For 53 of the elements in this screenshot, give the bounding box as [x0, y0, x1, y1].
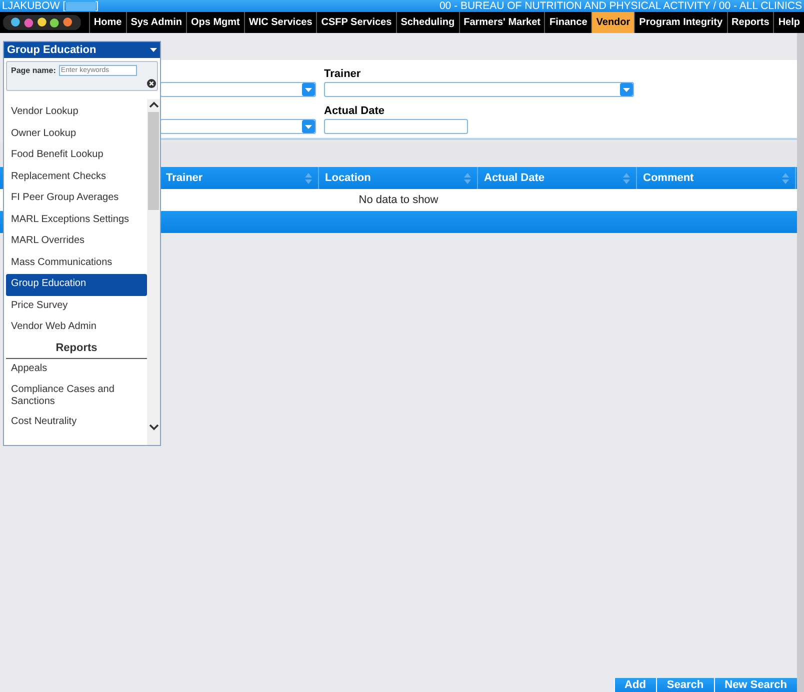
menu-item[interactable]: Vendor Lookup — [6, 102, 147, 124]
select-field[interactable] — [324, 82, 634, 97]
dropdown-button[interactable] — [302, 83, 315, 96]
menu-item[interactable]: Compliance Cases and Sanctions — [6, 380, 147, 412]
chevron-down-icon[interactable] — [148, 424, 158, 431]
caret-icon — [305, 124, 312, 128]
caret-icon — [150, 48, 157, 52]
dropdown-button[interactable] — [302, 120, 315, 133]
sort-icon — [782, 172, 789, 184]
nav-tab[interactable]: Program Integrity — [634, 12, 727, 33]
select-field[interactable] — [160, 82, 316, 97]
nav-tab[interactable]: Scheduling — [396, 12, 459, 33]
caret-icon — [623, 88, 630, 92]
menu-item[interactable]: FI Peer Group Averages — [6, 188, 147, 210]
menu-item[interactable]: Mass Communications — [6, 252, 147, 274]
input-field[interactable] — [324, 119, 468, 134]
nav-tab[interactable]: CSFP Services — [316, 12, 396, 33]
menu-item[interactable]: Price Survey — [6, 296, 147, 317]
menu-item[interactable]: Food Benefit Lookup — [6, 145, 147, 166]
nav-tab[interactable]: Home — [88, 12, 126, 33]
menu-item[interactable]: Vendor Web Admin — [6, 317, 147, 338]
chevron-up-icon[interactable] — [148, 101, 158, 108]
bracket-text: ] — [96, 0, 99, 12]
select-field[interactable] — [160, 119, 316, 134]
menu-item[interactable]: MARL Overrides — [6, 231, 147, 252]
sort-icon — [305, 172, 312, 184]
menu-item[interactable]: MARL Exceptions Settings — [6, 210, 147, 231]
scrollbar-thumb[interactable] — [148, 112, 159, 210]
user-name: LJAKUBOW [ — [2, 0, 66, 12]
clear-icon[interactable] — [147, 79, 156, 88]
menu-header[interactable]: Group Education — [4, 42, 160, 58]
hands-logo-icon — [3, 14, 81, 31]
nav-tab[interactable]: Vendor — [591, 12, 634, 33]
nav-tab[interactable]: Sys Admin — [126, 12, 186, 33]
search-label: Page name: — [11, 65, 56, 76]
field-label: Trainer — [324, 68, 362, 81]
sort-icon — [623, 172, 630, 184]
menu-item[interactable]: Appeals — [6, 358, 147, 380]
empty-message: No data to show — [358, 192, 438, 208]
nav-tab[interactable]: Farmers' Market — [458, 12, 544, 33]
nav-tab[interactable]: Help — [773, 12, 804, 33]
nav-tab[interactable]: Reports — [726, 12, 774, 33]
menu-item[interactable]: Owner Lookup — [6, 124, 147, 145]
field-label: Actual Date — [324, 105, 386, 118]
dropdown-button[interactable] — [620, 83, 633, 96]
agency-name: 00 - BUREAU OF NUTRITION AND PHYSICAL ACTIVITY / 00 - ALL CLINICS — [439, 0, 802, 12]
sort-icon — [464, 172, 471, 184]
nav-tab[interactable]: Ops Mgmt — [186, 12, 244, 33]
caret-icon — [305, 88, 312, 92]
menu-item[interactable]: Cost Neutrality — [6, 412, 147, 434]
nav-tab[interactable]: WIC Services — [244, 12, 316, 33]
menu-item[interactable]: Group Education — [6, 274, 147, 296]
menu-item[interactable]: Replacement Checks — [6, 166, 147, 188]
